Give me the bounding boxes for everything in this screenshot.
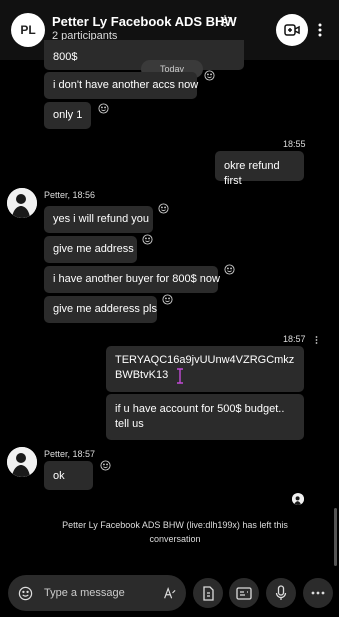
text-cursor-icon xyxy=(177,368,183,384)
message-input[interactable] xyxy=(44,584,154,602)
more-actions-button[interactable] xyxy=(303,578,333,608)
reaction-icon[interactable] xyxy=(98,103,109,114)
reaction-icon[interactable] xyxy=(142,234,153,245)
message-bubble-outgoing[interactable]: okre refund first xyxy=(215,151,304,187)
message-timestamp: 18:55 xyxy=(283,139,306,149)
person-icon xyxy=(292,494,304,505)
message-bubble[interactable]: only 1 xyxy=(44,102,91,129)
sender-avatar[interactable] xyxy=(7,447,37,477)
person-icon xyxy=(7,447,37,477)
message-bubble[interactable]: ok xyxy=(44,461,93,490)
sender-name: Petter, 18:57 xyxy=(44,449,96,459)
reaction-icon[interactable] xyxy=(100,460,111,471)
text-format-icon[interactable] xyxy=(162,586,176,600)
file-icon xyxy=(202,585,214,601)
contact-card-button[interactable] xyxy=(229,578,259,608)
more-horizontal-icon xyxy=(311,591,325,595)
message-bubble-outgoing[interactable]: if u have account for 500$ budget.. tell… xyxy=(106,394,304,440)
reaction-icon[interactable] xyxy=(204,70,215,81)
more-vertical-icon xyxy=(318,23,322,37)
message-timestamp: 18:57 xyxy=(283,334,306,344)
person-icon xyxy=(7,188,37,218)
microphone-icon xyxy=(275,585,287,600)
gear-icon[interactable] xyxy=(218,14,232,28)
video-call-button[interactable] xyxy=(276,14,308,46)
conversation-title[interactable]: Petter Ly Facebook ADS BHW xyxy=(52,14,237,29)
more-options-button[interactable] xyxy=(312,16,328,44)
video-call-icon xyxy=(284,24,300,36)
reaction-icon[interactable] xyxy=(162,294,173,305)
message-bubble[interactable]: give me address xyxy=(44,236,137,263)
message-composer xyxy=(8,575,186,611)
reaction-icon[interactable] xyxy=(224,264,235,275)
system-message: Petter Ly Facebook ADS BHW (live:dlh199x… xyxy=(62,520,288,544)
sender-name: Petter, 18:56 xyxy=(44,190,96,200)
emoji-icon[interactable] xyxy=(18,586,33,601)
message-bubble-outgoing[interactable]: TERYAQC16a9jvUUnw4VZRGCmkzBWBtvK13 xyxy=(106,346,304,392)
voice-message-button[interactable] xyxy=(266,578,296,608)
message-bubble[interactable]: i don't have another accs now xyxy=(44,72,198,99)
conversation-avatar[interactable]: PL xyxy=(11,13,45,47)
sender-avatar[interactable] xyxy=(7,188,37,218)
contact-card-icon xyxy=(236,586,252,600)
reaction-icon[interactable] xyxy=(158,203,169,214)
more-vertical-icon[interactable] xyxy=(315,336,318,344)
message-bubble[interactable]: i have another buyer for 800$ now xyxy=(44,266,220,293)
scrollbar[interactable] xyxy=(334,508,337,566)
message-bubble[interactable]: give me adderess pls xyxy=(44,296,157,323)
share-file-button[interactable] xyxy=(193,578,223,608)
read-receipt-avatar xyxy=(292,493,304,505)
message-bubble[interactable]: yes i will refund you xyxy=(44,206,153,233)
